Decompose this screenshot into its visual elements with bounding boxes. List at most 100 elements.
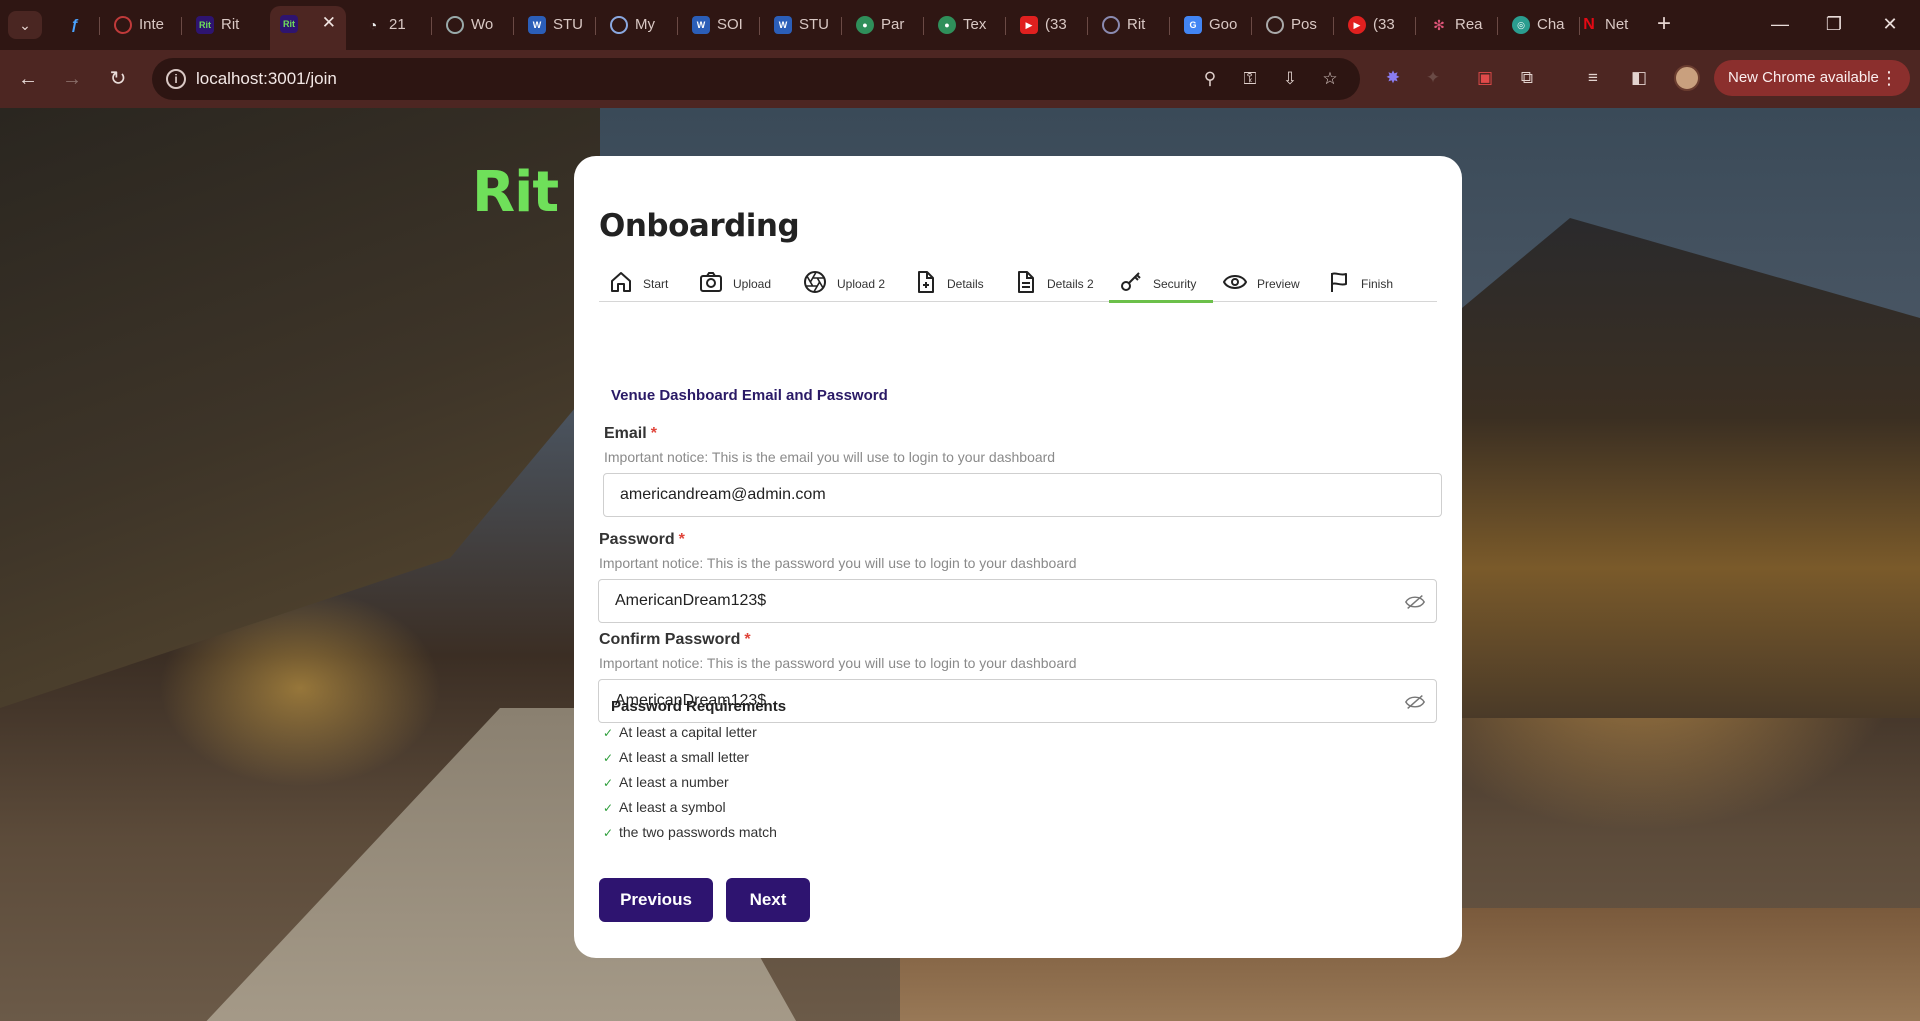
menu-dots-icon[interactable]: ⋮ (1880, 60, 1898, 96)
password-value[interactable]: AmericanDream123$ (615, 592, 766, 610)
tab-title: (33 (1045, 16, 1067, 33)
chrome-update-button[interactable]: New Chrome available ⋮ (1714, 60, 1910, 96)
step-tabs: Start Upload Upload 2 Details Details 2 … (599, 266, 1437, 303)
step-label: Finish (1361, 277, 1394, 291)
extension-icon[interactable]: ▣ (1472, 65, 1498, 91)
requirement-text: At least a small letter (619, 749, 749, 765)
word-icon: W (692, 16, 710, 34)
confirm-password-label: Confirm Password * (599, 631, 751, 649)
location-icon[interactable]: ⚲ (1198, 67, 1222, 91)
browser-tab[interactable]: Pos (1256, 7, 1334, 43)
browser-tab[interactable]: ◔ 21 (354, 7, 432, 43)
tab-title: Wo (471, 16, 494, 33)
step-label: Security (1153, 277, 1197, 291)
requirement-text: At least a number (619, 774, 729, 790)
extension-icon[interactable]: ✸ (1380, 65, 1406, 91)
tab-title: STU (553, 16, 583, 33)
tab-title: STU (799, 16, 829, 33)
bookmark-star-icon[interactable]: ☆ (1318, 67, 1342, 91)
home-icon (611, 272, 631, 292)
onboarding-card: Onboarding Start Upload Upload 2 Details (574, 156, 1462, 958)
tab-start[interactable]: Start (599, 266, 689, 302)
tab-search-button[interactable]: ⌄ (8, 11, 42, 39)
check-icon: ✓ (603, 826, 614, 840)
browser-tab[interactable]: ▶ (33 (1010, 7, 1088, 43)
browser-tab[interactable]: ƒ (56, 7, 100, 43)
address-bar[interactable]: i localhost:3001/join ⚲ ⚿ ⇩ ☆ (152, 58, 1360, 100)
browser-tab-active[interactable]: Rit ✕ (270, 6, 346, 50)
tab-title: Rit (1127, 16, 1146, 33)
browser-tab[interactable]: Rit (1092, 7, 1170, 43)
tab-finish[interactable]: Finish (1317, 266, 1417, 302)
email-field[interactable]: americandream@admin.com (603, 473, 1442, 517)
browser-tab[interactable]: ✻ Rea (1420, 7, 1498, 43)
tab-details-2[interactable]: Details 2 (1003, 266, 1109, 302)
confirm-password-label-text: Confirm Password (599, 631, 741, 648)
tab-security[interactable]: Security (1109, 266, 1213, 303)
tab-favicon (114, 16, 132, 34)
page-title: Onboarding (599, 208, 800, 244)
tab-details[interactable]: Details (903, 266, 1003, 302)
site-info-icon[interactable]: i (166, 69, 186, 89)
password-label-text: Password (599, 531, 675, 548)
new-tab-button[interactable]: + (1650, 10, 1678, 38)
tab-favicon: ● (856, 16, 874, 34)
tab-favicon: Rit (196, 16, 214, 34)
tab-title: Par (881, 16, 905, 33)
reload-button[interactable]: ↻ (104, 65, 132, 93)
step-label: Details 2 (1047, 277, 1094, 291)
browser-tab[interactable]: Rit Rit (186, 7, 264, 43)
back-button[interactable]: ← (14, 65, 42, 93)
forward-button[interactable]: → (58, 65, 86, 93)
url-text[interactable]: localhost:3001/join (196, 69, 337, 89)
browser-tab[interactable]: ▶ (33 (1338, 7, 1416, 43)
next-button[interactable]: Next (726, 878, 810, 922)
browser-tab[interactable]: N Net (1570, 7, 1648, 43)
email-label-text: Email (604, 425, 647, 442)
tab-title: Pos (1291, 16, 1317, 33)
browser-tab[interactable]: W STU (764, 7, 842, 43)
browser-tab[interactable]: ◎ Cha (1502, 7, 1580, 43)
eye-off-icon[interactable] (1404, 691, 1426, 713)
netflix-icon: N (1583, 16, 1595, 33)
tab-upload-2[interactable]: Upload 2 (793, 266, 903, 302)
eye-off-icon[interactable] (1404, 591, 1426, 613)
browser-tab[interactable]: ● Tex (928, 7, 1006, 43)
requirement-text: At least a capital letter (619, 724, 757, 740)
browser-tab[interactable]: Inte (104, 7, 182, 43)
browser-tab[interactable]: ● Par (846, 7, 924, 43)
word-icon: W (774, 16, 792, 34)
password-key-icon[interactable]: ⚿ (1238, 67, 1262, 91)
restore-button[interactable]: ❐ (1814, 10, 1854, 38)
background-building (1420, 218, 1920, 718)
media-controls-icon[interactable]: ≡ (1580, 65, 1606, 91)
key-icon (1121, 272, 1141, 291)
tab-upload[interactable]: Upload (689, 266, 793, 302)
previous-button[interactable]: Previous (599, 878, 713, 922)
aperture-icon (804, 271, 826, 293)
email-value[interactable]: americandream@admin.com (620, 486, 826, 504)
password-field[interactable]: AmericanDream123$ (598, 579, 1437, 623)
tab-title: Rit (221, 16, 240, 33)
tab-preview[interactable]: Preview (1213, 266, 1317, 302)
side-panel-icon[interactable]: ◧ (1626, 65, 1652, 91)
flag-icon (1331, 272, 1347, 292)
step-label: Start (643, 277, 669, 291)
browser-tab[interactable]: My (600, 7, 678, 43)
tab-title: My (635, 16, 655, 33)
browser-tab[interactable]: G Goo (1174, 7, 1252, 43)
extensions-puzzle-icon[interactable]: ⧉ (1514, 65, 1540, 91)
extension-icon[interactable]: ✦ (1420, 65, 1446, 91)
tab-favicon (1266, 16, 1284, 34)
install-app-icon[interactable]: ⇩ (1278, 67, 1302, 91)
tab-title: Net (1605, 16, 1629, 33)
profile-avatar[interactable] (1674, 65, 1700, 91)
browser-tab[interactable]: Wo (436, 7, 514, 43)
close-tab-icon[interactable]: ✕ (322, 13, 336, 33)
browser-tab[interactable]: W SOI (682, 7, 760, 43)
close-window-button[interactable]: ✕ (1870, 10, 1910, 38)
browser-tab[interactable]: W STU (518, 7, 596, 43)
eye-icon (1223, 275, 1247, 289)
minimize-button[interactable]: — (1760, 10, 1800, 38)
tab-title: Rea (1455, 16, 1483, 33)
